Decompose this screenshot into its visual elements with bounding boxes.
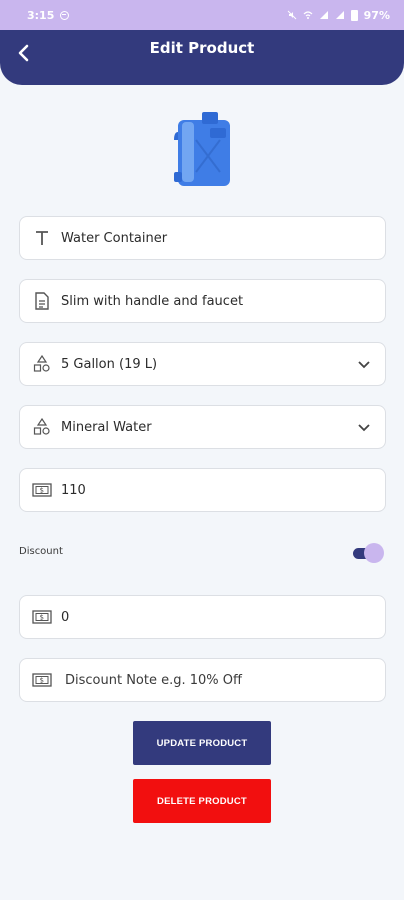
status-time: 3:15 [27,8,55,22]
product-name-field[interactable]: Water Container [19,216,386,260]
price-value: 110 [61,482,86,498]
svg-text:$: $ [40,677,44,685]
text-icon [32,228,52,248]
product-image[interactable] [172,110,234,190]
chevron-down-icon [358,361,370,369]
category-value: Mineral Water [61,419,152,435]
price-field[interactable]: $ 110 [19,468,386,512]
battery-icon [350,9,358,21]
page-title: Edit Product [149,39,255,57]
battery-level: 97% [363,8,390,22]
chevron-down-icon [358,424,370,432]
product-name-value: Water Container [61,230,168,246]
money-icon: $ [32,480,52,500]
toggle-thumb [364,543,384,563]
status-bar: 3:15 97% [0,0,404,30]
signal-icon-2 [335,11,344,19]
discount-note-field[interactable]: $ Discount Note e.g. 10% Off [19,658,386,702]
size-dropdown[interactable]: 5 Gallon (19 L) [19,342,386,386]
discount-toggle[interactable] [353,543,384,563]
discount-amount-value: 0 [61,609,70,625]
money-icon: $ [32,607,52,627]
product-description-value: Slim with handle and faucet [61,293,244,309]
size-value: 5 Gallon (19 L) [61,356,158,372]
shapes-icon [32,417,52,437]
discount-label: Discount [19,546,63,557]
category-dropdown[interactable]: Mineral Water [19,405,386,449]
signal-icon [319,11,328,19]
document-icon [32,291,52,311]
product-description-field[interactable]: Slim with handle and faucet [19,279,386,323]
app-bar: Edit Product [0,30,404,85]
update-product-button[interactable]: UPDATE PRODUCT [133,721,271,765]
shapes-icon [32,354,52,374]
dnd-icon [60,10,70,20]
delete-product-button[interactable]: DELETE PRODUCT [133,779,271,823]
svg-text:$: $ [40,487,44,495]
discount-note-placeholder: Discount Note e.g. 10% Off [65,672,242,688]
svg-text:$: $ [40,614,44,622]
money-icon: $ [32,670,52,690]
mute-icon [287,10,297,20]
wifi-icon [303,11,313,19]
discount-amount-field[interactable]: $ 0 [19,595,386,639]
